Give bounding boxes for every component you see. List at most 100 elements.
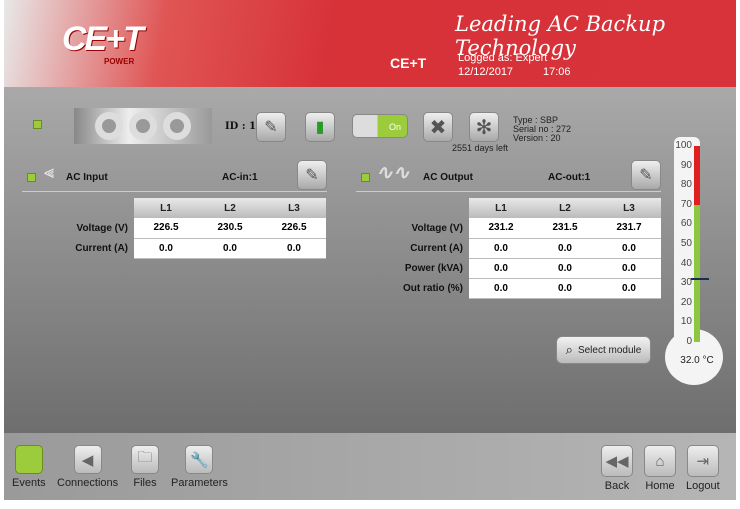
beacon-button[interactable]: ▮ <box>305 112 335 142</box>
table-row: Voltage (V) 226.5 230.5 226.5 <box>46 218 326 239</box>
select-module-button[interactable]: ⌕ Select module <box>556 336 651 364</box>
col-header: L2 <box>198 198 262 218</box>
temperature-tick-label: 80 <box>680 179 692 191</box>
cell: 226.5 <box>134 218 198 239</box>
beacon-light-icon: ▮ <box>315 119 325 136</box>
table-row: Current (A) 0.0 0.0 0.0 <box>46 238 326 259</box>
warning-zone <box>694 146 700 205</box>
module-version: Version : 20 <box>513 133 561 143</box>
back-label: Back <box>604 480 630 492</box>
module-id: ID : 1 <box>225 121 256 132</box>
col-header: L1 <box>134 198 198 218</box>
cell: 231.7 <box>597 218 661 239</box>
time: 17:06 <box>543 66 571 78</box>
pencil-icon: ✎ <box>639 167 653 184</box>
home-label: Home <box>645 480 675 492</box>
cet-logo: CE+T <box>62 20 144 58</box>
date: 12/12/2017 <box>458 66 514 78</box>
events-label: Events <box>12 477 46 489</box>
files-button[interactable]: 🗀 Files <box>131 445 159 489</box>
temperature-tick-label: 30 <box>680 277 692 289</box>
table-row: Current (A) 0.0 0.0 0.0 <box>369 238 661 259</box>
edit-id-button[interactable]: ✎ <box>256 112 286 142</box>
fan-icon: ✻ <box>475 116 493 139</box>
temperature-readout: 32.0 °C <box>680 355 714 366</box>
row-label: Current (A) <box>75 242 128 254</box>
fan-days-left: 2551 days left <box>452 143 509 153</box>
parameters-button[interactable]: 🔧 Parameters <box>171 445 228 489</box>
cell: 0.0 <box>469 258 533 279</box>
row-label: Voltage (V) <box>76 222 128 234</box>
edit-ac-input-button[interactable]: ✎ <box>297 160 327 190</box>
edit-ac-output-button[interactable]: ✎ <box>631 160 661 190</box>
pencil-icon: ✎ <box>264 119 278 136</box>
events-button[interactable]: Events <box>12 445 46 489</box>
fan-button[interactable]: ✻ <box>469 112 499 142</box>
logout-label: Logout <box>686 480 720 492</box>
x-icon: ✖ <box>429 116 447 139</box>
cell: 0.0 <box>469 278 533 299</box>
table-row: Out ratio (%) 0.0 0.0 0.0 <box>369 278 661 299</box>
cell: 0.0 <box>597 278 661 299</box>
col-header: L3 <box>262 198 326 218</box>
logout-button[interactable]: ⇥ Logout <box>686 445 720 492</box>
cell: 0.0 <box>533 258 597 279</box>
temperature-tick-label: 20 <box>680 296 692 308</box>
ac-input-led <box>27 173 36 182</box>
ac-input-title: AC Input <box>66 172 108 183</box>
table-row: Power (kVA) 0.0 0.0 0.0 <box>369 258 661 279</box>
disable-button[interactable]: ✖ <box>423 112 453 142</box>
ac-output-title: AC Output <box>423 172 473 183</box>
brand-name: CE+T <box>390 55 427 71</box>
select-module-label: Select module <box>577 344 642 356</box>
temperature-tick-label: 100 <box>675 140 692 151</box>
rewind-icon: ◀◀ <box>601 445 633 477</box>
temperature-tick-label: 10 <box>680 316 692 328</box>
on-off-toggle[interactable]: On <box>352 114 408 138</box>
temperature-tick-label: 0 <box>686 336 692 347</box>
ac-input-table: L1 L2 L3 Voltage (V) 226.5 230.5 226.5 Curren… <box>46 198 326 259</box>
col-header: L3 <box>597 198 661 218</box>
logout-icon: ⇥ <box>686 445 719 477</box>
temperature-tick-label: 70 <box>680 198 692 210</box>
wrench-icon: 🔧 <box>185 445 214 474</box>
cell: 0.0 <box>134 238 198 259</box>
cell: 0.0 <box>533 278 597 299</box>
home-icon: ⌂ <box>644 445 676 477</box>
pencil-icon: ✎ <box>305 167 319 184</box>
temperature-tick-label: 60 <box>680 218 692 230</box>
table-row: Voltage (V) 231.2 231.5 231.7 <box>369 218 661 239</box>
cell: 0.0 <box>198 238 262 259</box>
ac-output-table: L1 L2 L3 Voltage (V) 231.2 231.5 231.7 Curren… <box>369 198 661 299</box>
row-label: Voltage (V) <box>411 222 463 234</box>
parameters-label: Parameters <box>171 477 228 489</box>
cell: 0.0 <box>262 238 326 259</box>
cell: 231.2 <box>469 218 533 239</box>
connections-button[interactable]: ◀ Connections <box>57 445 118 489</box>
divider <box>22 191 327 192</box>
module-image <box>74 108 212 144</box>
waveform-icon: ∿∿ <box>376 162 410 184</box>
col-header: L1 <box>469 198 533 218</box>
row-label: Current (A) <box>410 242 463 254</box>
files-label: Files <box>133 477 157 489</box>
cell: 230.5 <box>198 218 262 239</box>
temperature-tick-label: 40 <box>680 257 692 269</box>
ac-output-id: AC-out:1 <box>548 172 591 183</box>
home-button[interactable]: ⌂ Home <box>644 445 676 492</box>
row-label: Power (kVA) <box>404 262 463 274</box>
cell: 0.0 <box>597 258 661 279</box>
cell: 0.0 <box>597 238 661 259</box>
temperature-tick-label: 50 <box>680 238 692 249</box>
cell: 226.5 <box>262 218 326 239</box>
magnifier-icon: ⌕ <box>565 342 573 357</box>
ac-input-id: AC-in:1 <box>222 172 258 183</box>
cell: 0.0 <box>469 238 533 259</box>
col-header: L2 <box>533 198 597 218</box>
temperature-tick-label: 90 <box>680 159 692 171</box>
logo-subtitle: POWER <box>104 57 135 66</box>
back-button[interactable]: ◀◀ Back <box>601 445 633 492</box>
cell: 0.0 <box>533 238 597 259</box>
cell: 231.5 <box>533 218 597 239</box>
module-status-led <box>33 120 42 129</box>
